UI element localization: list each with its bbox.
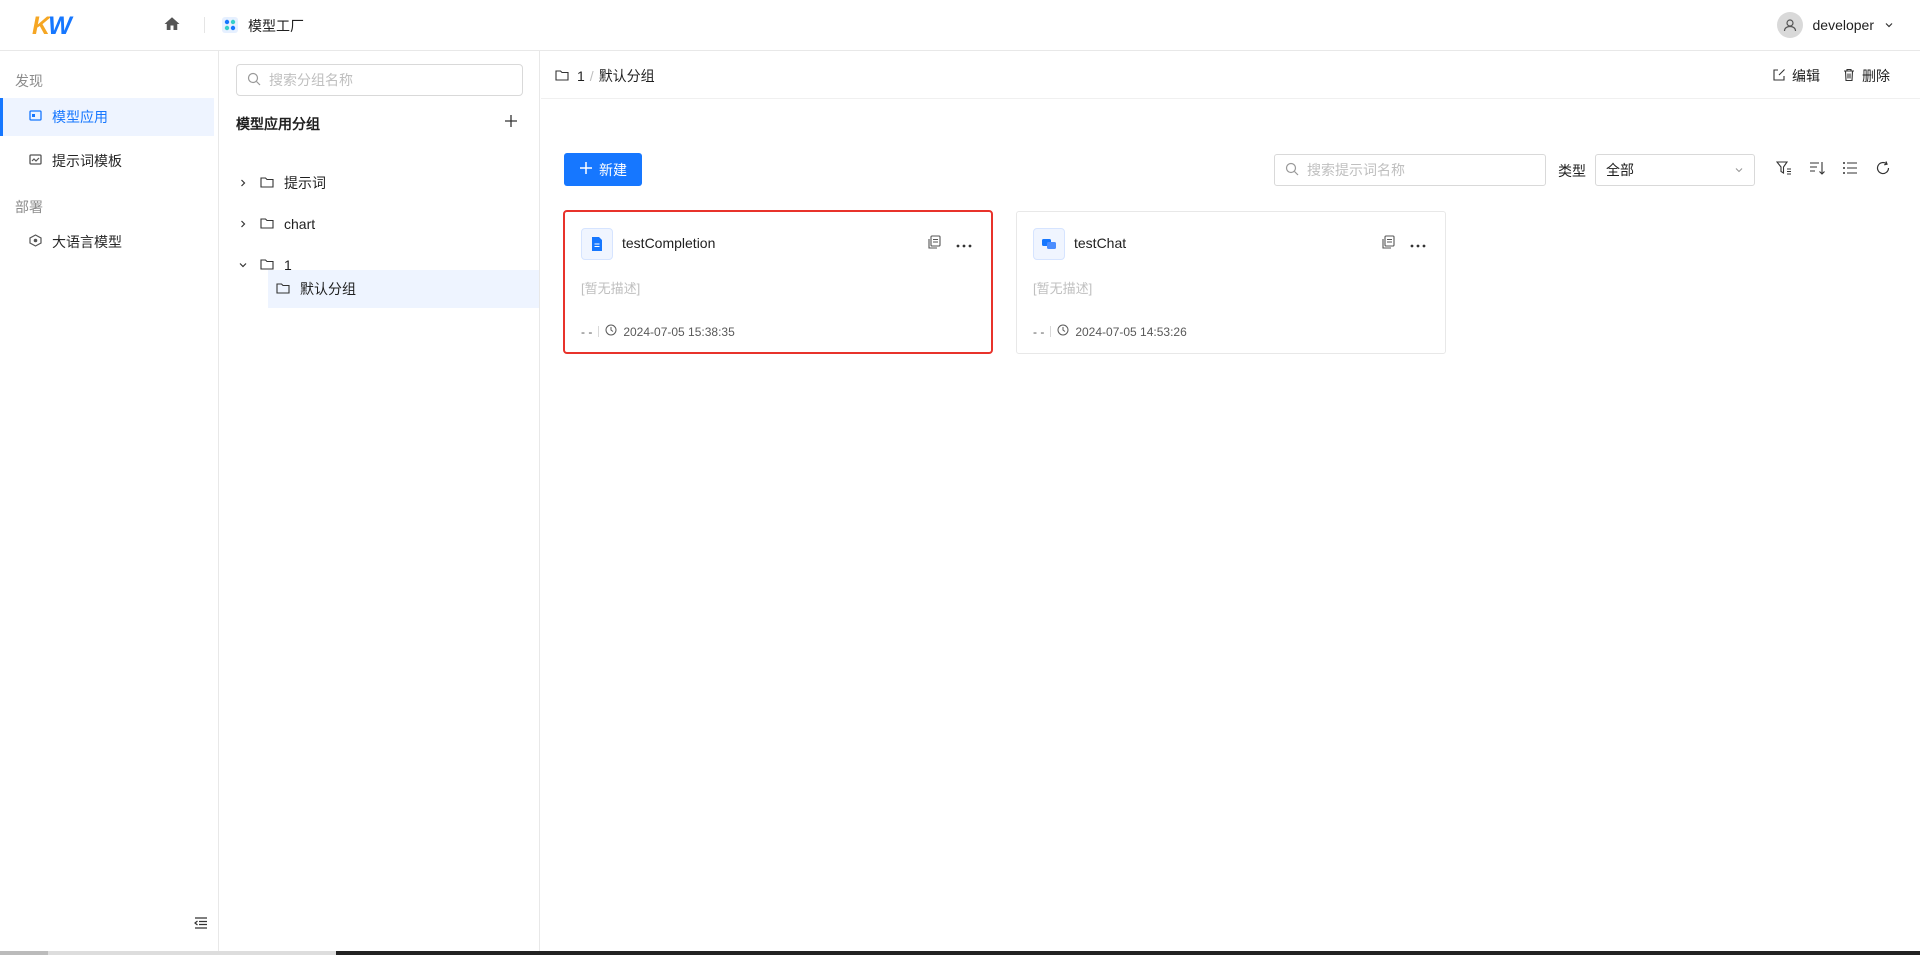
document-icon [581, 228, 613, 260]
clock-icon [1057, 324, 1069, 339]
app-card-testcompletion[interactable]: testCompletion [暂无描述] - - 2024-07-05 15:… [563, 210, 993, 354]
folder-icon [260, 175, 274, 191]
nav-section-deploy: 部署 [15, 199, 43, 215]
copy-icon[interactable] [927, 235, 941, 252]
chevron-down-icon [1734, 162, 1744, 178]
card-title[interactable]: testCompletion [622, 235, 715, 251]
sidebar-item-llm[interactable]: 大语言模型 [0, 223, 214, 261]
prompt-search-input[interactable] [1307, 162, 1537, 178]
group-search-input[interactable] [269, 72, 509, 88]
delete-group-button[interactable]: 删除 [1842, 66, 1890, 86]
divider [204, 17, 205, 33]
trash-icon [1842, 68, 1856, 85]
folder-icon [276, 281, 290, 297]
sidebar-item-label: 大语言模型 [52, 234, 122, 250]
card-owner: - - [581, 324, 593, 339]
tree-node-default-group[interactable]: 默认分组 [268, 270, 539, 308]
plus-icon [579, 161, 593, 178]
group-search[interactable] [236, 64, 523, 96]
tree-node-label: chart [284, 216, 316, 232]
breadcrumb: 1 / 默认分组 [555, 66, 655, 86]
sidebar-item-model-apps[interactable]: 模型应用 [0, 98, 214, 136]
nav-section-discover: 发现 [15, 73, 43, 89]
tree-node-label: 提示词 [284, 175, 326, 191]
type-label: 类型 [1558, 163, 1586, 179]
list-view-icon[interactable] [1841, 159, 1858, 176]
tree-node-chart[interactable]: chart [236, 205, 536, 243]
search-icon [1285, 162, 1299, 179]
divider [1050, 326, 1052, 337]
new-button-label: 新建 [599, 161, 627, 178]
type-select-value: 全部 [1606, 162, 1634, 178]
card-timestamp: 2024-07-05 15:38:35 [623, 324, 735, 339]
tree-title: 模型应用分组 [236, 116, 320, 132]
home-icon[interactable] [163, 15, 183, 35]
folder-icon [260, 216, 274, 232]
app-title[interactable]: 模型工厂 [248, 16, 304, 36]
chevron-down-icon[interactable] [1884, 17, 1894, 33]
group-actions: 编辑 删除 [1772, 66, 1890, 86]
group-tree-panel: 模型应用分组 提示词 chart 1 默认分组 [220, 51, 540, 953]
filter-icon[interactable] [1775, 159, 1792, 176]
edit-icon [1772, 68, 1786, 85]
model-factory-icon [221, 16, 239, 34]
search-icon [247, 72, 261, 89]
sort-icon[interactable] [1808, 159, 1825, 176]
main-content: 1 / 默认分组 编辑 删除 新建 类型 全部 [541, 51, 1920, 953]
refresh-icon[interactable] [1874, 159, 1891, 176]
card-actions [927, 235, 973, 252]
kw-logo[interactable]: KW [32, 12, 72, 41]
more-icon[interactable] [955, 236, 973, 252]
sidebar-item-label: 模型应用 [52, 109, 108, 125]
copy-icon[interactable] [1381, 235, 1395, 252]
collapse-sidebar-icon[interactable] [193, 915, 209, 931]
folder-icon [555, 68, 569, 84]
breadcrumb-bar: 1 / 默认分组 编辑 删除 [541, 51, 1920, 99]
clock-icon [605, 324, 617, 339]
chevron-down-icon[interactable] [236, 258, 250, 272]
card-footer: - - 2024-07-05 15:38:35 [581, 324, 735, 339]
user-menu[interactable]: developer [1776, 12, 1895, 38]
breadcrumb-current: 默认分组 [598, 68, 655, 84]
sidebar-item-label: 提示词模板 [52, 153, 122, 169]
avatar[interactable] [1776, 12, 1803, 38]
app-card-testchat[interactable]: testChat [暂无描述] - - 2024-07-05 14:53:26 [1016, 211, 1446, 354]
card-actions [1381, 235, 1427, 252]
edit-label: 编辑 [1792, 68, 1820, 84]
toolbar [1775, 159, 1891, 176]
add-group-icon[interactable] [503, 113, 521, 131]
new-button[interactable]: 新建 [564, 153, 642, 186]
edit-group-button[interactable]: 编辑 [1772, 66, 1820, 86]
chevron-right-icon[interactable] [236, 176, 250, 190]
model-icon [29, 234, 42, 250]
card-description: [暂无描述] [581, 281, 641, 296]
app-icon [29, 109, 42, 125]
chat-icon [1033, 228, 1065, 260]
card-footer: - - 2024-07-05 14:53:26 [1033, 324, 1187, 339]
breadcrumb-separator: / [589, 68, 594, 84]
username[interactable]: developer [1813, 17, 1875, 33]
sidebar-item-prompt-templates[interactable]: 提示词模板 [0, 142, 214, 180]
taskbar-strip [0, 951, 1920, 955]
tree-node-label: 默认分组 [300, 281, 356, 297]
tree-node-prompts[interactable]: 提示词 [236, 164, 536, 202]
chevron-right-icon[interactable] [236, 217, 250, 231]
breadcrumb-parent[interactable]: 1 [577, 68, 585, 84]
card-title[interactable]: testChat [1074, 235, 1126, 251]
delete-label: 删除 [1862, 68, 1890, 84]
more-icon[interactable] [1409, 236, 1427, 252]
top-bar: KW 模型工厂 developer [0, 0, 1920, 51]
card-description: [暂无描述] [1033, 281, 1093, 296]
sidebar: 发现 模型应用 提示词模板 部署 大语言模型 [0, 51, 219, 953]
prompt-search[interactable] [1274, 154, 1546, 186]
divider [598, 326, 600, 337]
card-owner: - - [1033, 324, 1045, 339]
template-icon [29, 153, 42, 169]
card-timestamp: 2024-07-05 14:53:26 [1075, 324, 1187, 339]
type-select[interactable]: 全部 [1595, 154, 1755, 186]
